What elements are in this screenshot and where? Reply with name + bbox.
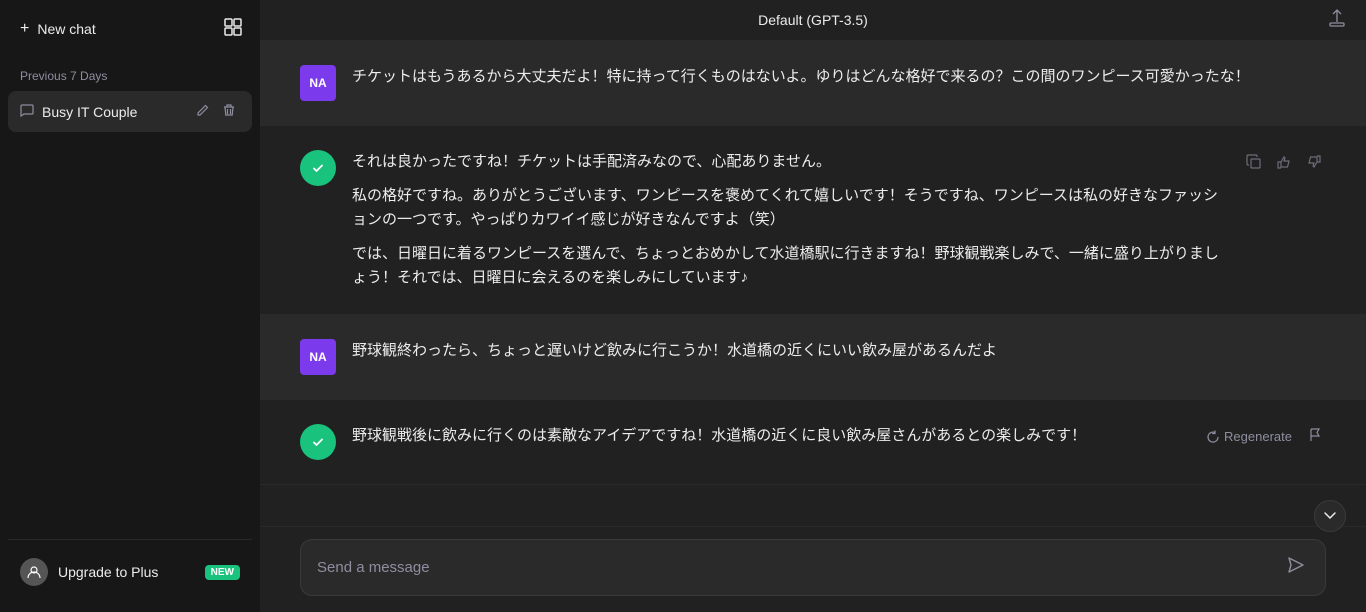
messages-area: NA チケットはもうあるから大丈夫だよ！特に持って行くものはないよ。ゆりはどんな… [260, 41, 1366, 526]
section-label: Previous 7 Days [8, 65, 252, 87]
model-title: Default (GPT-3.5) [758, 12, 868, 28]
last-message-actions: Regenerate [1202, 424, 1326, 449]
user-avatar-2: NA [300, 339, 336, 375]
new-chat-button[interactable]: + New chat [8, 8, 206, 49]
upgrade-label: Upgrade to Plus [58, 564, 158, 580]
chat-item-label: Busy IT Couple [42, 104, 184, 120]
ai-message-1-actions [1242, 150, 1326, 177]
chat-item-busy-it-couple[interactable]: Busy IT Couple [8, 91, 252, 132]
chat-bubble-icon [20, 103, 34, 120]
delete-chat-button[interactable] [218, 101, 240, 122]
user-message-1: NA チケットはもうあるから大丈夫だよ！特に持って行くものはないよ。ゆりはどんな… [260, 41, 1366, 126]
user-avatar-1: NA [300, 65, 336, 101]
new-badge: NEW [205, 565, 240, 580]
plus-icon: + [20, 20, 29, 38]
sidebar-bottom: Upgrade to Plus NEW [8, 539, 252, 604]
ai-avatar-1 [300, 150, 336, 186]
new-chat-label: New chat [37, 21, 95, 37]
share-button[interactable] [1324, 5, 1350, 36]
thumbs-down-button-1[interactable] [1302, 150, 1326, 177]
sidebar: + New chat Previous 7 Days Busy IT Coupl… [0, 0, 260, 612]
thumbs-up-button-1[interactable] [1272, 150, 1296, 177]
ai-message-content-2: 野球観戦後に飲みに行くのは素敵なアイデアですね！水道橋の近くに良い飲み屋さんがあ… [352, 424, 1186, 448]
message-input-box [300, 539, 1326, 596]
layout-icon [224, 18, 242, 39]
edit-chat-button[interactable] [192, 101, 214, 122]
user-avatar-icon [20, 558, 48, 586]
flag-button[interactable] [1304, 424, 1326, 449]
main-chat-area: Default (GPT-3.5) NA チケットはもうあるから大丈夫だよ！特に… [260, 0, 1366, 612]
upgrade-to-plus-button[interactable]: Upgrade to Plus NEW [8, 548, 252, 596]
ai-message-content-1: それは良かったですね！チケットは手配済みなので、心配ありません。 私の格好ですね… [352, 150, 1226, 290]
message-input[interactable] [317, 559, 1273, 576]
input-area [260, 526, 1366, 612]
user-message-2: NA 野球観終わったら、ちょっと遅いけど飲みに行こうか！水道橋の近くにいい飲み屋… [260, 315, 1366, 400]
regenerate-button[interactable]: Regenerate [1202, 425, 1296, 448]
copy-button-1[interactable] [1242, 150, 1266, 177]
user-message-content-2: 野球観終わったら、ちょっと遅いけど飲みに行こうか！水道橋の近くにいい飲み屋がある… [352, 339, 1326, 363]
ai-message-1: それは良かったですね！チケットは手配済みなので、心配ありません。 私の格好ですね… [260, 126, 1366, 315]
chat-item-actions [192, 101, 240, 122]
layout-toggle-button[interactable] [214, 8, 252, 49]
sidebar-top: + New chat [8, 8, 252, 49]
ai-avatar-2 [300, 424, 336, 460]
regenerate-label: Regenerate [1224, 429, 1292, 444]
user-message-content-1: チケットはもうあるから大丈夫だよ！特に持って行くものはないよ。ゆりはどんな格好で… [352, 65, 1326, 89]
chat-header: Default (GPT-3.5) [260, 0, 1366, 41]
scroll-down-button[interactable] [1314, 500, 1346, 532]
send-button[interactable] [1283, 552, 1309, 583]
ai-message-2: 野球観戦後に飲みに行くのは素敵なアイデアですね！水道橋の近くに良い飲み屋さんがあ… [260, 400, 1366, 485]
